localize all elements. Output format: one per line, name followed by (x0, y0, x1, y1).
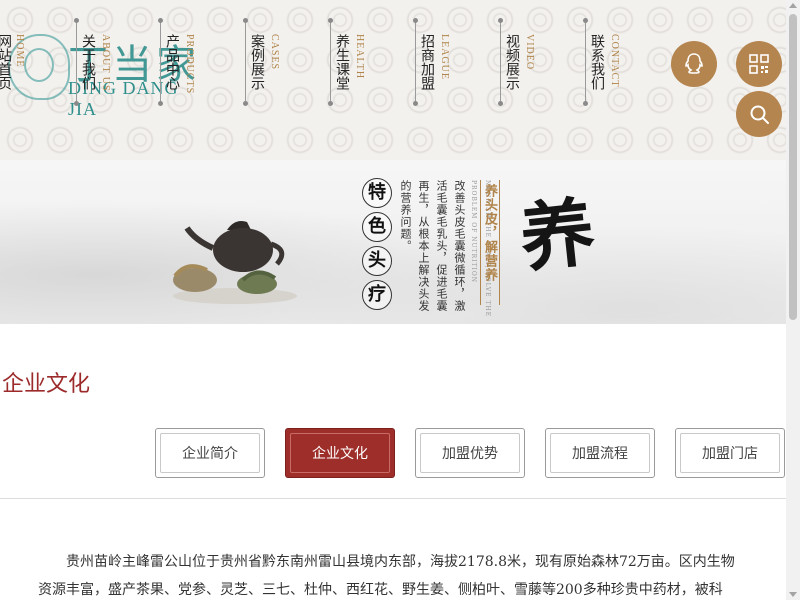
section-divider (0, 498, 786, 499)
nav-label-en: HEALTH (354, 34, 365, 80)
tab-franchise-advantages[interactable]: 加盟优势 (415, 428, 525, 478)
banner-desc-col4: 的营养问题。 (399, 180, 412, 252)
tab-label: 加盟门店 (702, 446, 758, 462)
nav-label-en: ABOUT US (100, 34, 111, 92)
nav-label-en: PRODUCTS (184, 34, 195, 95)
banner-char-liao: 疗 (362, 280, 392, 310)
nav-divider (158, 18, 163, 106)
site-header: 丁当家 DING DANG JIA 网站首页 HOME 关于我们 ABOUT U… (0, 0, 786, 160)
qr-code-button[interactable] (736, 41, 782, 87)
banner-char-te: 特 (362, 178, 392, 208)
banner-char-se: 色 (362, 212, 392, 242)
nav-label-cn: 视频展示 (504, 34, 520, 90)
tab-label: 加盟流程 (572, 446, 628, 462)
tab-label: 企业简介 (182, 446, 238, 462)
nav-divider (74, 18, 79, 106)
nav-label-cn: 案例展示 (249, 34, 265, 90)
banner-desc-col2: 活毛囊毛乳头，促进毛囊 (435, 180, 448, 312)
banner-desc-col3: 再生，从根本上解决头发 (417, 180, 430, 312)
hero-banner: 特 色 头 疗 改善头皮毛囊微循环，激 活毛囊毛乳头，促进毛囊 再生，从根本上解… (0, 160, 786, 324)
tab-franchise-process[interactable]: 加盟流程 (545, 428, 655, 478)
scroll-up-arrow-icon[interactable] (789, 3, 797, 8)
qr-code-icon (749, 54, 769, 74)
nav-divider (328, 18, 333, 106)
nav-label-en: LEAGUE (439, 34, 450, 80)
search-icon (750, 105, 769, 124)
tab-label: 企业文化 (312, 446, 368, 462)
nav-label-cn: 养生课堂 (334, 34, 350, 90)
nav-label-cn: 产品中心 (164, 34, 180, 90)
nav-divider (583, 18, 588, 106)
banner-char-tou: 头 (362, 246, 392, 276)
nav-label-en: CONTACT (609, 34, 620, 88)
tab-label: 加盟优势 (442, 446, 498, 462)
nav-label-cn: 招商加盟 (419, 34, 435, 90)
tab-franchise-stores[interactable]: 加盟门店 (675, 428, 785, 478)
banner-big-char: 养 (516, 189, 599, 283)
page-scrollbar[interactable] (786, 0, 800, 600)
tab-company-intro[interactable]: 企业简介 (155, 428, 265, 478)
nav-divider (498, 18, 503, 106)
nav-label-en: CASES (269, 34, 280, 71)
page-title: 企业文化 (2, 372, 91, 397)
culture-paragraph: 贵州苗岭主峰雷公山位于贵州省黔东南州雷山县境内东部，海拔2178.8米，现有原始… (38, 554, 735, 598)
banner-subtitle-cn: 养头皮，解营养 (482, 184, 497, 282)
nav-divider (413, 18, 418, 106)
banner-desc-col1: 改善头皮毛囊微循环，激 (453, 180, 466, 312)
scroll-down-arrow-icon[interactable] (789, 592, 797, 597)
scrollbar-thumb[interactable] (789, 14, 797, 320)
teapot-illustration (173, 221, 297, 304)
nav-label-en: HOME (14, 34, 25, 68)
nav-label-cn: 关于我们 (80, 34, 96, 90)
search-button[interactable] (736, 91, 782, 137)
qq-button[interactable] (671, 41, 717, 87)
tab-company-culture[interactable]: 企业文化 (285, 428, 395, 478)
nav-label-cn: 联系我们 (589, 34, 605, 90)
nav-label-en: VIDEO (524, 34, 535, 71)
nav-divider (243, 18, 248, 106)
banner-mist-background (0, 160, 786, 324)
nav-label-cn: 网站首页 (0, 34, 12, 90)
qq-icon (685, 53, 703, 74)
